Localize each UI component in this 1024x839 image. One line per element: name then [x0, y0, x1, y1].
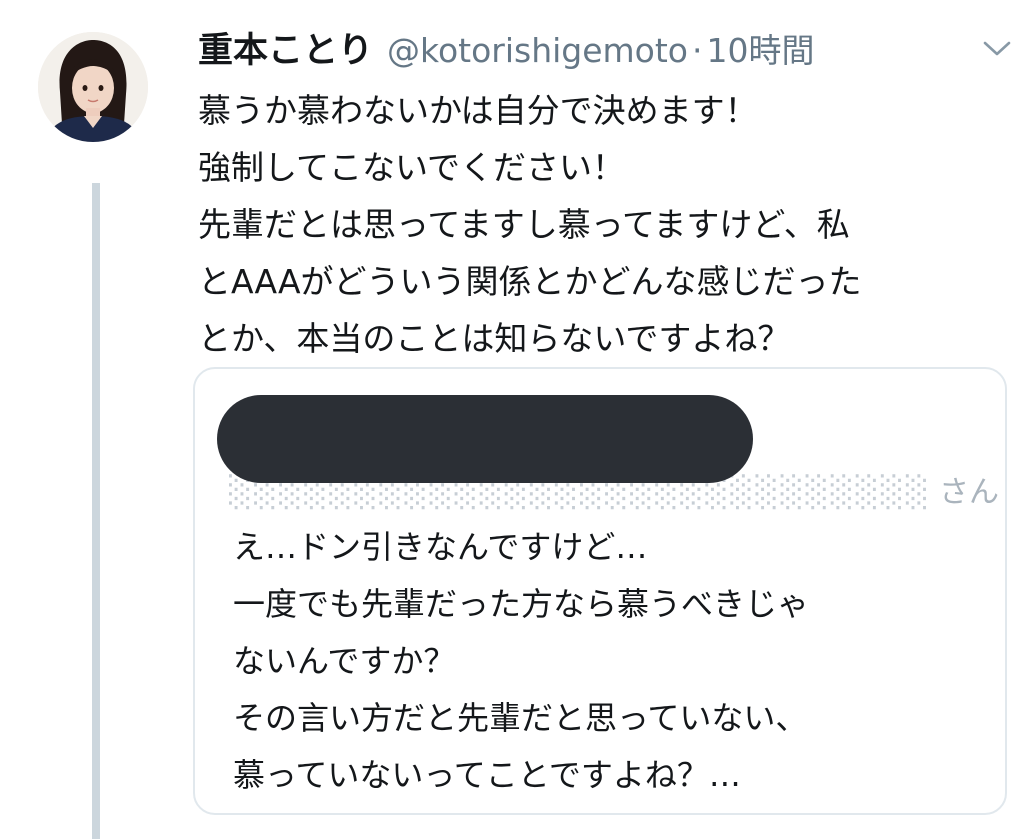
- tweet-menu-button[interactable]: [980, 36, 1014, 60]
- tweet-text-line: とか、本当のことは知らないですよね？: [198, 319, 791, 358]
- quoted-text-line: え…ドン引きなんですけど…: [233, 528, 648, 566]
- tweet: 重本ことり @kotorishigemoto · 10時間 慕うか慕わないかは自…: [0, 0, 1024, 839]
- quoted-text-line: ないんですか？: [233, 642, 456, 680]
- tweet-header: 重本ことり @kotorishigemoto · 10時間: [198, 22, 815, 72]
- username-handle[interactable]: @kotorishigemoto: [387, 31, 688, 70]
- redaction-bar: [217, 395, 753, 483]
- quoted-text-line: その言い方だと先輩だと思っていない、: [233, 699, 808, 737]
- avatar-photo-icon: [38, 32, 148, 142]
- avatar[interactable]: [38, 32, 148, 142]
- tweet-text-line: 慕うか慕わないかは自分で決めます！: [198, 91, 758, 130]
- chevron-down-icon: [983, 41, 1011, 56]
- separator-dot: ·: [692, 31, 703, 70]
- timestamp[interactable]: 10時間: [707, 24, 815, 72]
- quoted-text-line: 一度でも先輩だった方なら慕うべきじゃ: [233, 585, 810, 623]
- tweet-text-line: 強制してこないでください！: [198, 148, 626, 187]
- thread-line: [92, 183, 100, 839]
- quoted-author-suffix: さん: [939, 475, 999, 510]
- display-name[interactable]: 重本ことり: [198, 22, 373, 73]
- tweet-text-line: 先輩だとは思ってますし慕ってますけど、私: [198, 205, 850, 244]
- tweet-text-line: とAAAがどういう関係とかどんな感じだった: [198, 262, 862, 301]
- quoted-text-line: 慕っていないってことですよね？…: [233, 756, 741, 794]
- tweet-text: 慕うか慕わないかは自分で決めます！ 強制してこないでください！ 先輩だとは思って…: [198, 82, 1008, 367]
- quoted-tweet-text: え…ドン引きなんですけど… 一度でも先輩だった方なら慕うべきじゃ ないんですか？…: [233, 519, 993, 804]
- quoted-tweet[interactable]: ░░░░░░░░░░░░░░░░░░░░░░░░░░░░ さん え…ドン引きなんで…: [193, 367, 1007, 815]
